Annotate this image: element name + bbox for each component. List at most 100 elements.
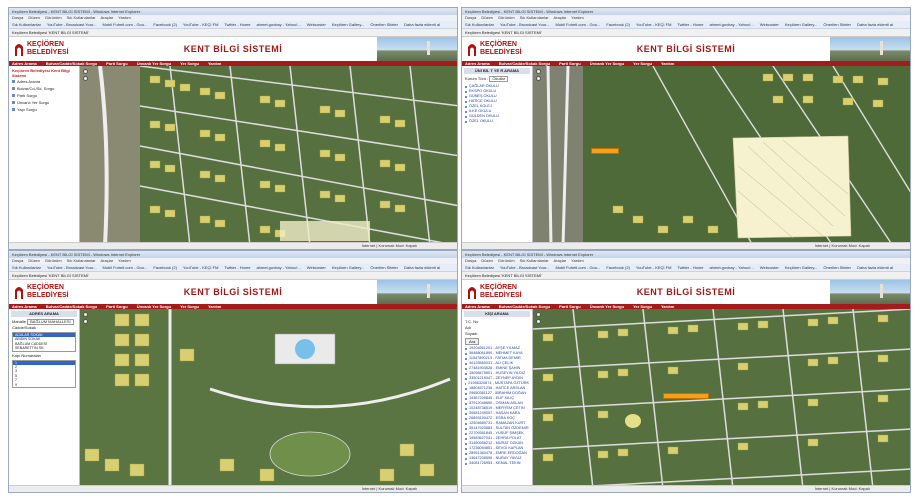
fav-item[interactable]: Keçiören Gallery...	[785, 22, 818, 27]
menu-tools[interactable]: Araçlar	[101, 258, 114, 263]
fav-item[interactable]: ahmet.govbay - Yahoo!...	[256, 265, 300, 270]
fav-item[interactable]: ahmet.govbay - Yahoo!...	[709, 22, 753, 27]
fav-item[interactable]: Keçiören Gallery...	[332, 265, 365, 270]
fav-item[interactable]: Webcuster	[307, 22, 326, 27]
fav-item[interactable]: Webcuster	[760, 265, 779, 270]
fav-item[interactable]: Mobil Fuhetl.com - Gou...	[555, 265, 600, 270]
list-item[interactable]: SEBARETTİN SK.	[13, 346, 75, 350]
info-popup[interactable]	[663, 393, 709, 399]
gis-map[interactable]	[80, 66, 457, 243]
menu-file[interactable]: Dosya	[12, 15, 23, 20]
gis-map[interactable]	[80, 309, 457, 486]
zoom-control[interactable]	[83, 69, 88, 83]
fav-item[interactable]: Sık Kullanılanlar	[12, 265, 41, 270]
fav-item[interactable]: Keçiören Gallery...	[785, 265, 818, 270]
zoom-control[interactable]	[536, 69, 541, 83]
fav-item[interactable]: YouTube - KEÇİ FM	[183, 22, 219, 27]
info-popup[interactable]	[591, 148, 619, 154]
map-canvas[interactable]	[80, 66, 457, 243]
fav-item[interactable]: YouTube - Broadcast Your...	[47, 265, 97, 270]
menu-help[interactable]: Yardım	[118, 258, 131, 263]
menu-file[interactable]: Dosya	[465, 15, 476, 20]
fav-item[interactable]: YouTube - Broadcast Your...	[500, 22, 550, 27]
fav-item[interactable]: Facebook (2)	[153, 265, 177, 270]
map-canvas[interactable]	[80, 309, 457, 486]
menu-item[interactable]: Parti Sorgu	[9, 92, 79, 99]
menu-favorites[interactable]: Sık Kullanılanlar	[520, 15, 549, 20]
zoom-control[interactable]	[83, 312, 88, 326]
fav-item[interactable]: Facebook (2)	[606, 22, 630, 27]
fav-item[interactable]: Twitter - Home	[677, 22, 703, 27]
menu-view[interactable]: Görünüm	[498, 258, 515, 263]
menu-favorites[interactable]: Sık Kullanılanlar	[67, 258, 96, 263]
menu-edit[interactable]: Düzen	[28, 15, 40, 20]
menu-file[interactable]: Dosya	[12, 258, 23, 263]
menu-edit[interactable]: Düzen	[481, 15, 493, 20]
fav-item[interactable]: YouTube - KEÇİ FM	[636, 265, 672, 270]
menu-item[interactable]: Yapı Sorgu	[9, 106, 79, 113]
browser-tab[interactable]: Keçiören Belediyesi 'KENT BİLGİ SİSTEMİ'	[9, 29, 457, 37]
fav-item[interactable]: Facebook (2)	[606, 265, 630, 270]
fav-item[interactable]: Önerilen Siteler	[370, 22, 398, 27]
menu-item[interactable]: Adres Arama	[9, 78, 79, 85]
map-canvas[interactable]	[533, 309, 910, 486]
menu-item[interactable]: Ünvanlı Yer Sorgu	[9, 99, 79, 106]
fav-item[interactable]: Sık Kullanılanlar	[465, 22, 494, 27]
menu-item[interactable]: Bulvar/Cd./Sk. Sorgu	[9, 85, 79, 92]
gis-map[interactable]	[533, 66, 910, 243]
door-list[interactable]: 1 2 3 5 7 9	[12, 359, 76, 389]
fav-item[interactable]: Webcuster	[307, 265, 326, 270]
fav-item[interactable]: Daha fazla eklenti al	[404, 265, 440, 270]
list-item[interactable]: ÖZEL OKULU	[465, 119, 529, 124]
browser-tab[interactable]: Keçiören Belediyesi 'KENT BİLGİ SİSTEMİ'	[462, 272, 910, 280]
fav-item[interactable]: Mobil Fuhetl.com - Gou...	[555, 22, 600, 27]
browser-tab[interactable]: Keçiören Belediyesi 'KENT BİLGİ SİSTEMİ'	[9, 272, 457, 280]
fav-item[interactable]: Önerilen Siteler	[823, 265, 851, 270]
fav-item[interactable]: Daha fazla eklenti al	[857, 265, 893, 270]
menu-view[interactable]: Görünüm	[45, 15, 62, 20]
menu-tools[interactable]: Araçlar	[554, 15, 567, 20]
search-button[interactable]: Ara	[465, 338, 480, 345]
menu-tools[interactable]: Araçlar	[554, 258, 567, 263]
fav-item[interactable]: YouTube - KEÇİ FM	[636, 22, 672, 27]
menu-file[interactable]: Dosya	[465, 258, 476, 263]
fav-item[interactable]: Mobil Fuhetl.com - Gou...	[102, 22, 147, 27]
gis-map[interactable]	[533, 309, 910, 486]
fav-item[interactable]: Sık Kullanılanlar	[12, 22, 41, 27]
fav-item[interactable]: YouTube - Broadcast Your...	[500, 265, 550, 270]
fav-item[interactable]: YouTube - Broadcast Your...	[47, 22, 97, 27]
menu-favorites[interactable]: Sık Kullanılanlar	[67, 15, 96, 20]
menu-view[interactable]: Görünüm	[498, 15, 515, 20]
fav-item[interactable]: Twitter - Home	[224, 22, 250, 27]
list-item[interactable]: 9	[13, 383, 75, 387]
fav-item[interactable]: Önerilen Siteler	[823, 22, 851, 27]
fav-item[interactable]: Webcuster	[760, 22, 779, 27]
menu-tools[interactable]: Araçlar	[101, 15, 114, 20]
menu-edit[interactable]: Düzen	[28, 258, 40, 263]
fav-item[interactable]: Sık Kullanılanlar	[465, 265, 494, 270]
menu-help[interactable]: Yardım	[571, 258, 584, 263]
menu-view[interactable]: Görünüm	[45, 258, 62, 263]
kurum-select[interactable]: Okullar	[489, 76, 509, 82]
fav-item[interactable]: Daha fazla eklenti al	[404, 22, 440, 27]
menu-help[interactable]: Yardım	[571, 15, 584, 20]
browser-tab[interactable]: Keçiören Belediyesi 'KENT BİLGİ SİSTEMİ'	[462, 29, 910, 37]
fav-item[interactable]: Keçiören Gallery...	[332, 22, 365, 27]
fav-item[interactable]: Mobil Fuhetl.com - Gou...	[102, 265, 147, 270]
browser-window-2: Keçiören Belediyesi - KENT BİLGİ SİSTEMİ…	[461, 7, 911, 250]
map-canvas[interactable]	[533, 66, 910, 243]
fav-item[interactable]: Twitter - Home	[224, 265, 250, 270]
menu-edit[interactable]: Düzen	[481, 258, 493, 263]
fav-item[interactable]: Önerilen Siteler	[370, 265, 398, 270]
fav-item[interactable]: ahmet.govbay - Yahoo!...	[709, 265, 753, 270]
fav-item[interactable]: ahmet.govbay - Yahoo!...	[256, 22, 300, 27]
fav-item[interactable]: Facebook (2)	[153, 22, 177, 27]
fav-item[interactable]: Twitter - Home	[677, 265, 703, 270]
fav-item[interactable]: YouTube - KEÇİ FM	[183, 265, 219, 270]
menu-help[interactable]: Yardım	[118, 15, 131, 20]
street-list[interactable]: ADALAR SOKAK ABİDİN SOKAK BAĞLUM CADDESİ…	[12, 332, 76, 352]
result-item[interactable]: 34081726953 - KEMAL TEKİN	[465, 461, 529, 466]
zoom-control[interactable]	[536, 312, 541, 326]
menu-favorites[interactable]: Sık Kullanılanlar	[520, 258, 549, 263]
fav-item[interactable]: Daha fazla eklenti al	[857, 22, 893, 27]
